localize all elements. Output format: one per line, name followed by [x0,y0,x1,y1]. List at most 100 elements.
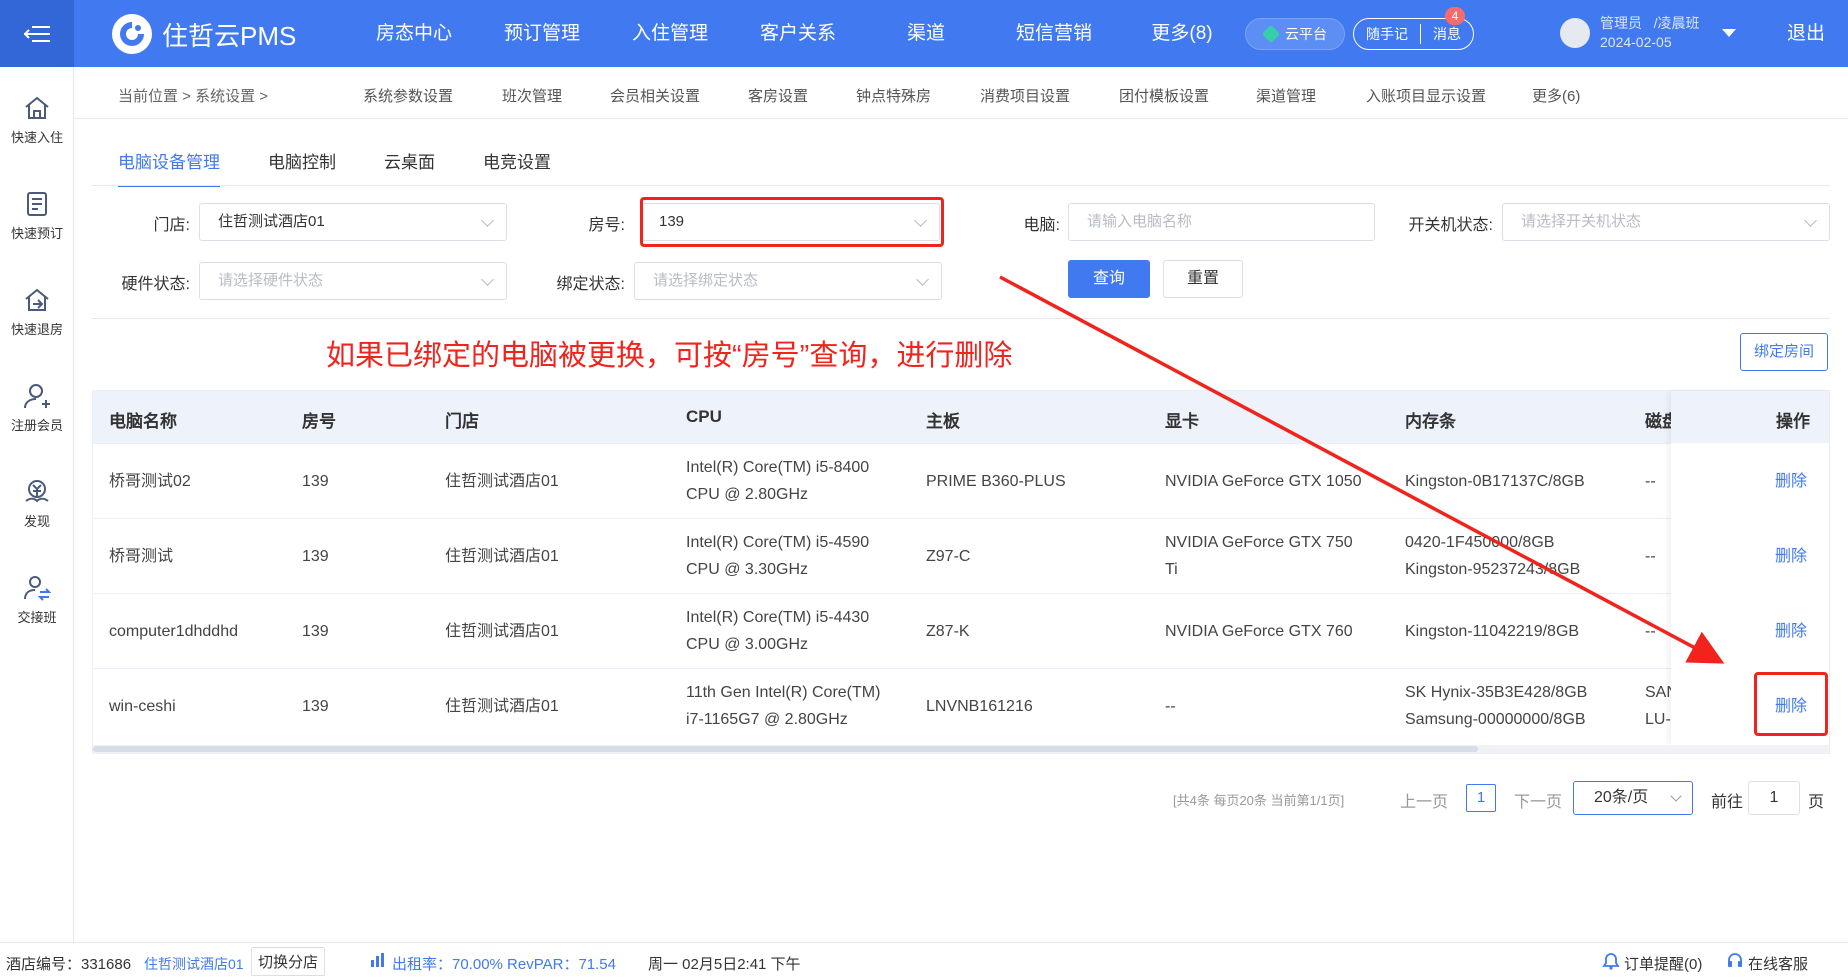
nav-more[interactable]: 更多(8) [1118,0,1246,67]
cell-memory-line: SK Hynix-35B3E428/8GB [1405,684,1588,701]
current-datetime: 周一 02月5日2:41 下午 [648,956,801,973]
next-page-button[interactable]: 下一页 [1514,788,1562,812]
goto-label: 前往 [1711,794,1744,811]
tab-esports-settings[interactable]: 电竞设置 [483,148,551,187]
subnav-group-template[interactable]: 团付模板设置 [1119,85,1209,106]
sidebar-item-quick-checkout[interactable]: 快速退房 [0,287,74,338]
tab-pc-control[interactable]: 电脑控制 [268,148,336,187]
column-header: 主板 [926,412,960,431]
delete-button[interactable]: 删除 [1775,617,1807,641]
scrollbar-thumb[interactable] [93,746,1478,752]
column-header: 内存条 [1405,412,1456,431]
nav-checkin[interactable]: 入住管理 [606,0,734,67]
bind-status-placeholder: 请选择绑定状态 [653,272,759,289]
cell-gpu-line: Ti [1165,561,1178,578]
subnav-posting-display[interactable]: 入账项目显示设置 [1366,85,1486,106]
hotel-name: 住哲测试酒店01 [144,956,244,972]
cloud-platform-button[interactable]: 云平台 [1245,18,1345,50]
user-menu[interactable]: 管理员 /凌晨班 2024-02-05 [1560,14,1736,52]
headset-icon [1726,952,1744,974]
cell-cpu-line: i7-1165G7 @ 2.80GHz [686,711,848,728]
cell-motherboard: LNVNB161216 [926,698,1033,715]
sidebar-label: 注册会员 [10,418,63,433]
cell-memory-line: 0420-1F450000/8GB [1405,534,1555,551]
page-number-button[interactable]: 1 [1466,784,1496,812]
cell-memory-line: Samsung-00000000/8GB [1405,711,1586,728]
query-button[interactable]: 查询 [1068,260,1150,298]
switch-branch-button[interactable]: 切换分店 [251,947,326,976]
cell-cpu: Intel(R) Core(TM) i5-8400 CPU @ 2.80GHz [686,454,869,508]
hardware-status-select[interactable]: 请选择硬件状态 [199,262,507,300]
subnav-room[interactable]: 客房设置 [748,85,808,106]
pagination-info: [共4条 每页20条 当前第1/1页] [1173,793,1345,808]
subnav-consumption[interactable]: 消费项目设置 [980,85,1070,106]
nav-booking[interactable]: 预订管理 [478,0,606,67]
cube-icon [1261,24,1281,44]
cell-memory: Kingston-0B17137C/8GB [1405,473,1585,490]
logout-button[interactable]: 退出 [1787,0,1825,67]
sidebar-label: 快速退房 [10,322,63,337]
subnav-more[interactable]: 更多(6) [1532,85,1580,106]
reset-button[interactable]: 重置 [1163,260,1243,298]
goto-unit-label: 页 [1808,794,1825,811]
subnav-shift[interactable]: 班次管理 [502,85,562,106]
table-row: 桥哥测试02 139 住哲测试酒店01 Intel(R) Core(TM) i5… [93,443,1829,518]
sidebar-item-quick-checkin[interactable]: 快速入住 [0,95,74,146]
subnav-member[interactable]: 会员相关设置 [610,85,700,106]
bind-status-select[interactable]: 请选择绑定状态 [634,262,942,300]
hotel-number: 酒店编号：331686 [6,956,132,973]
sidebar-label: 快速入住 [10,130,63,145]
nav-crm[interactable]: 客户关系 [734,0,862,67]
notes-button[interactable]: 随手记 [1354,20,1420,49]
table-row: computer1dhddhd 139 住哲测试酒店01 Intel(R) Co… [93,593,1829,668]
user-shift: /凌晨班 [1653,15,1700,31]
room-label: 房号: [588,217,625,234]
user-date: 2024-02-05 [1600,34,1672,50]
divider [92,185,1830,186]
cell-motherboard: Z97-C [926,548,971,565]
nav-channel[interactable]: 渠道 [862,0,990,67]
nav-sms[interactable]: 短信营销 [990,0,1118,67]
delete-button[interactable]: 删除 [1775,467,1807,491]
bind-status-label: 绑定状态: [556,276,625,293]
operation-column-header: 操作 [1671,391,1829,443]
order-alert-button[interactable]: 订单提醒(0) [1624,953,1702,974]
cell-gpu: -- [1165,698,1176,715]
table-header: 电脑名称 房号 门店 CPU 主板 显卡 内存条 磁盘 [93,391,1829,443]
online-support-button[interactable]: 在线客服 [1748,953,1808,974]
menu-toggle-button[interactable] [0,0,74,67]
power-status-select[interactable]: 请选择开关机状态 [1502,203,1830,241]
cell-store: 住哲测试酒店01 [445,548,559,565]
tab-pc-device-management[interactable]: 电脑设备管理 [118,148,220,187]
subnav-hourly-room[interactable]: 钟点特殊房 [856,85,931,106]
subnav-system-params[interactable]: 系统参数设置 [363,85,453,106]
delete-button[interactable]: 删除 [1775,542,1807,566]
prev-page-button[interactable]: 上一页 [1400,788,1448,812]
cell-disk-line: LU- [1645,711,1671,728]
status-bar: 酒店编号：331686 住哲测试酒店01 切换分店 出租率：70.00% Rev… [0,942,1848,978]
cell-motherboard: PRIME B360-PLUS [926,473,1066,490]
sidebar-item-register-member[interactable]: 注册会员 [0,383,74,434]
nav-room-status[interactable]: 房态中心 [350,0,478,67]
sidebar-item-discover[interactable]: 发现 [0,479,74,530]
chevron-down-icon[interactable] [1721,29,1736,37]
page-size-select[interactable]: 20条/页 [1573,781,1693,815]
horizontal-scrollbar[interactable] [93,745,1829,753]
money-icon [25,480,49,503]
cell-room: 139 [302,473,329,490]
cell-memory: 0420-1F450000/8GB Kingston-95237243/8GB [1405,529,1580,583]
sidebar-label: 交接班 [17,610,57,625]
messages-button[interactable]: 消息 [1421,20,1473,49]
goto-page-input[interactable]: 1 [1748,781,1800,815]
user-info: 管理员 /凌晨班 2024-02-05 [1600,14,1700,52]
sidebar-item-handover[interactable]: 交接班 [0,575,74,626]
brand-name: 住哲云PMS [162,20,297,51]
bind-room-button[interactable]: 绑定房间 [1740,333,1828,371]
subnav-channel[interactable]: 渠道管理 [1256,85,1316,106]
highlight-room-filter [640,197,944,247]
tab-cloud-desktop[interactable]: 云桌面 [384,148,435,187]
pc-name-placeholder: 请输入电脑名称 [1087,213,1193,230]
sidebar-item-quick-booking[interactable]: 快速预订 [0,191,74,242]
pc-name-input[interactable]: 请输入电脑名称 [1068,203,1375,241]
store-select[interactable]: 住哲测试酒店01 [199,203,507,241]
